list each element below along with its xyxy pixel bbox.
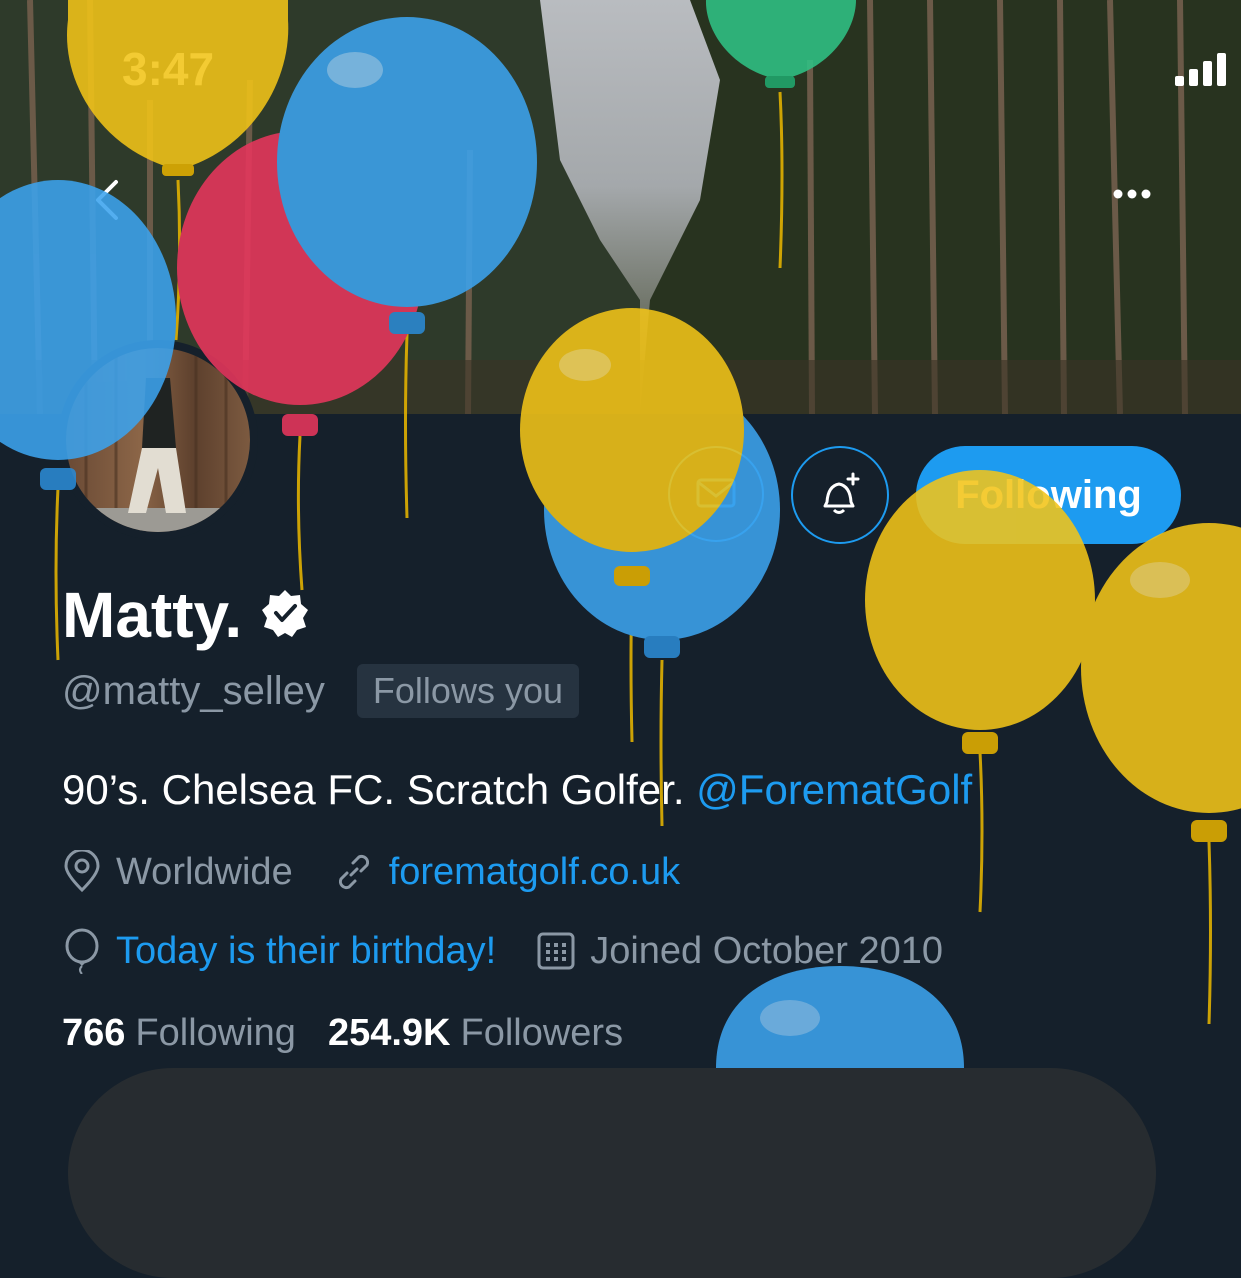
location-text: Worldwide (116, 850, 293, 893)
profile-meta-row-1: Worldwide forematgolf.co.uk (62, 850, 720, 894)
balloon-icon (65, 928, 99, 974)
location-item: Worldwide (62, 850, 293, 894)
profile-meta-row-2: Today is their birthday! Joined October … (62, 928, 983, 974)
status-time: 3:47 (122, 43, 215, 95)
display-name: Matty. (62, 579, 243, 651)
message-button[interactable] (668, 446, 764, 542)
location-icon (64, 850, 100, 893)
followers-count: 254.9K (327, 1012, 451, 1054)
following-button[interactable]: Following (916, 446, 1181, 544)
user-handle: @matty_selley (62, 668, 325, 713)
bell-plus-icon (823, 472, 860, 514)
follows-you-badge: Follows you (356, 664, 579, 718)
signal-icon (1175, 53, 1226, 86)
birthday-item: Today is their birthday! (62, 928, 496, 974)
message-icon (696, 478, 736, 508)
followers-label: Followers (460, 1012, 624, 1054)
joined-item: Joined October 2010 (536, 930, 943, 973)
website-link[interactable]: forematgolf.co.uk (389, 851, 680, 894)
avatar[interactable] (58, 340, 258, 540)
notifications-button[interactable] (791, 446, 889, 544)
following-stat[interactable]: 766 Following (62, 1012, 296, 1055)
bio-mention-link[interactable]: @ForematGolf (696, 766, 972, 813)
following-count: 766 (62, 1012, 126, 1054)
birthday-text: Today is their birthday! (116, 929, 497, 972)
avatar-image (66, 348, 250, 532)
follow-stats: 766 Following 254.9K Followers (62, 1012, 655, 1055)
name-row: Matty. (62, 578, 310, 652)
redacted-area (68, 1068, 1156, 1278)
verified-icon[interactable] (260, 588, 310, 643)
bio: 90’s. Chelsea FC. Scratch Golfer. @Forem… (62, 766, 972, 814)
joined-text: Joined October 2010 (590, 929, 943, 972)
followers-stat[interactable]: 254.9K Followers (328, 1012, 623, 1055)
following-label: Following (135, 1012, 296, 1054)
handle-row: @matty_selley Follows you (62, 664, 579, 718)
calendar-icon (537, 932, 575, 970)
link-icon (338, 854, 369, 890)
bio-text: 90’s. Chelsea FC. Scratch Golfer. (62, 766, 697, 813)
website-item[interactable]: forematgolf.co.uk (333, 851, 680, 894)
